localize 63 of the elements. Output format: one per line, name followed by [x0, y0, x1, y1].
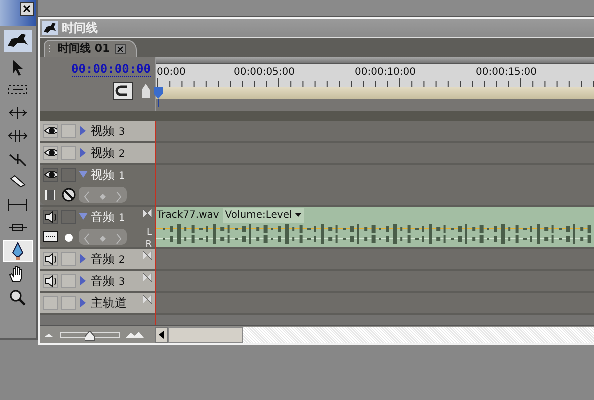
track-name: 音频 3	[91, 273, 126, 290]
channel-label: L	[146, 227, 152, 240]
ruler-label: 00:00	[157, 66, 186, 80]
channel-label: R	[146, 239, 152, 252]
panel-tab[interactable]: 时间线 01	[44, 40, 138, 57]
track-name: 视频 1	[91, 167, 126, 184]
horizontal-scrollbar[interactable]	[155, 326, 594, 342]
zoom-out-icon[interactable]	[44, 332, 54, 338]
tool-button[interactable]	[3, 240, 33, 262]
track-name: 视频 2	[91, 145, 126, 162]
lock-toggle[interactable]	[61, 296, 76, 310]
ruler-label: 00:00:10:00	[355, 66, 416, 80]
lock-toggle[interactable]	[61, 252, 76, 266]
toggle-output-button[interactable]	[43, 296, 58, 310]
toggle-output-button[interactable]	[43, 168, 58, 182]
expand-triangle-icon[interactable]	[79, 298, 88, 308]
toggle-output-button[interactable]	[43, 274, 58, 288]
caret-icon	[295, 212, 302, 218]
keyframe-toggle-icon[interactable]	[62, 188, 76, 202]
lock-toggle[interactable]	[61, 210, 76, 224]
scroll-thumb[interactable]	[168, 326, 243, 342]
toggle-output-button[interactable]	[43, 124, 58, 138]
waveform-style-icon[interactable]	[43, 230, 59, 244]
zoom-in-icon[interactable]	[126, 330, 144, 338]
keyframe-navigator[interactable]	[79, 229, 127, 245]
track-name: 主轨道	[91, 295, 127, 312]
sync-icon[interactable]	[143, 209, 152, 218]
close-button[interactable]	[115, 44, 126, 54]
marker-icon[interactable]	[141, 83, 151, 100]
track-name: 音频 2	[91, 251, 126, 268]
close-button[interactable]	[20, 2, 34, 16]
speaker-icon	[44, 252, 57, 266]
effect-dropdown[interactable]: Volume:Level	[223, 208, 304, 223]
slider-thumb[interactable]	[85, 330, 95, 340]
lock-toggle[interactable]	[61, 146, 76, 160]
toggle-output-button[interactable]	[43, 210, 58, 224]
clip-name: Track77.wav	[157, 209, 220, 223]
audio-clip[interactable]: Track77.wav Volume:Level	[155, 207, 594, 247]
expand-triangle-icon[interactable]	[79, 254, 88, 264]
sync-icon[interactable]	[143, 273, 152, 282]
zoom-bar[interactable]	[156, 57, 594, 64]
track-name: 视频 3	[91, 123, 126, 140]
sync-icon[interactable]	[143, 295, 152, 304]
close-icon	[117, 46, 124, 52]
toggle-output-button[interactable]	[43, 252, 58, 266]
track-name: 音频 1	[91, 209, 126, 226]
lock-toggle[interactable]	[61, 124, 76, 138]
snap-magnet-icon[interactable]	[113, 82, 133, 100]
expand-triangle-icon[interactable]	[79, 148, 88, 158]
expand-triangle-icon[interactable]	[79, 126, 88, 136]
toggle-output-button[interactable]	[43, 146, 58, 160]
speaker-icon	[44, 210, 57, 224]
expand-triangle-icon[interactable]	[79, 276, 88, 286]
scroll-left-icon[interactable]	[159, 330, 164, 338]
lock-toggle[interactable]	[61, 168, 76, 182]
speaker-icon	[44, 274, 57, 288]
playhead-icon[interactable]	[154, 87, 163, 107]
close-icon	[23, 5, 31, 13]
sync-icon[interactable]	[143, 251, 152, 260]
window-title: 时间线	[62, 20, 98, 37]
lock-toggle[interactable]	[61, 274, 76, 288]
ruler-label: 00:00:05:00	[234, 66, 296, 80]
ruler-label: 00:00:15:00	[476, 66, 538, 80]
